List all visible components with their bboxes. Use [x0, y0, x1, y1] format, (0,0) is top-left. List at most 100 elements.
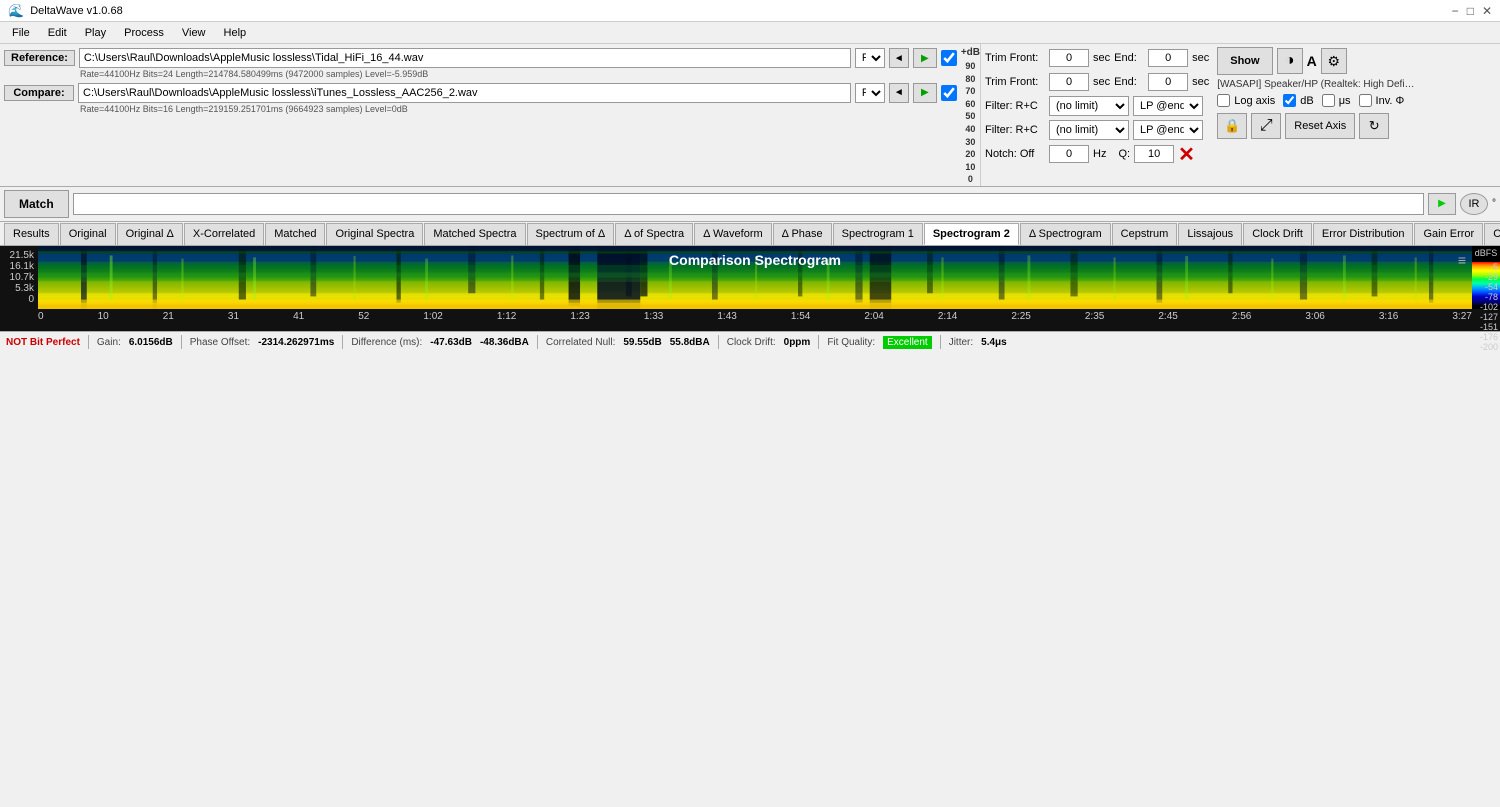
status-bar: NOT Bit Perfect Gain: 6.0156dB Phase Off… [0, 331, 1500, 353]
notch-hz-label: Hz [1093, 148, 1106, 160]
compare-path-input[interactable] [78, 83, 851, 103]
tab-xcorrelated[interactable]: X-Correlated [184, 223, 264, 245]
trim-front-unit1: sec [1093, 52, 1110, 64]
tab-delta-phase[interactable]: Δ Phase [773, 223, 832, 245]
show-button[interactable]: Show [1217, 47, 1272, 75]
filter-select2[interactable]: (no limit) [1049, 120, 1129, 140]
match-button[interactable]: Match [4, 190, 69, 218]
divider-2 [181, 335, 182, 349]
log-axis-checkbox-row: Log axis [1217, 94, 1275, 107]
compare-play-button[interactable]: ▶ [913, 83, 937, 103]
db-10: 10 [965, 161, 975, 174]
menu-file[interactable]: File [4, 25, 38, 41]
log-axis-label: Log axis [1234, 95, 1275, 107]
clock-drift-label: Clock Drift: [727, 337, 776, 348]
move-button[interactable]: ⤢ [1251, 113, 1281, 139]
reset-axis-button[interactable]: Reset Axis [1285, 113, 1355, 139]
end-label1: End: [1114, 52, 1144, 64]
reference-channel-select[interactable]: RLL+R [855, 48, 885, 68]
reference-play-button[interactable]: ▶ [913, 48, 937, 68]
end-input2[interactable] [1148, 73, 1188, 91]
x-label-6: 1:02 [423, 311, 442, 322]
tab-error-dist[interactable]: Error Distribution [1313, 223, 1414, 245]
spectrogram-canvas[interactable]: Comparison Spectrogram [38, 246, 1472, 309]
corr-null-value2: 55.8dBA [670, 337, 710, 348]
lp-select2[interactable]: LP @end [1133, 120, 1203, 140]
diff-ms-label: Difference (ms): [351, 337, 422, 348]
reference-checkbox[interactable] [941, 50, 957, 66]
x-axis: 0 10 21 31 41 52 1:02 1:12 1:23 1:33 1:4… [0, 309, 1500, 331]
refresh-button[interactable]: ↻ [1359, 113, 1389, 139]
tab-delta-spectra[interactable]: Δ of Spectra [615, 223, 693, 245]
menu-process[interactable]: Process [116, 25, 172, 41]
tab-delta-spectrogram[interactable]: Δ Spectrogram [1020, 223, 1111, 245]
reference-path-input[interactable] [79, 48, 851, 68]
theme-button[interactable]: ◑ [1277, 48, 1303, 74]
log-axis-checkbox[interactable] [1217, 94, 1230, 107]
minimize-button[interactable]: − [1452, 4, 1459, 18]
title-bar-controls: − □ ✕ [1452, 4, 1492, 18]
filter-label2: Filter: R+C [985, 124, 1045, 136]
db-90: 90 [965, 60, 975, 73]
tab-delta-waveform[interactable]: Δ Waveform [694, 223, 772, 245]
tab-original[interactable]: Original [60, 223, 116, 245]
notch-q-input[interactable] [1134, 145, 1174, 163]
compare-checkbox[interactable] [941, 85, 957, 101]
menu-play[interactable]: Play [77, 25, 114, 41]
ir-deg: ° [1492, 198, 1496, 209]
x-label-7: 1:12 [497, 311, 516, 322]
compare-channel-select[interactable]: RLL+R [855, 83, 885, 103]
tab-lissajous[interactable]: Lissajous [1178, 223, 1242, 245]
notch-q-label: Q: [1118, 148, 1130, 160]
tab-spectrogram1[interactable]: Spectrogram 1 [833, 223, 923, 245]
notch-clear-icon[interactable]: ✕ [1178, 142, 1195, 167]
tab-results[interactable]: Results [4, 223, 59, 245]
tab-spectrogram2[interactable]: Spectrogram 2 [924, 223, 1019, 245]
x-label-0: 0 [38, 311, 44, 322]
x-label-20: 3:27 [1452, 311, 1471, 322]
tab-clock-drift[interactable]: Clock Drift [1243, 223, 1312, 245]
reference-row: Reference: RLL+R ◄ ▶ [4, 47, 957, 69]
notch-value-input[interactable] [1049, 145, 1089, 163]
compare-row: Compare: RLL+R ◄ ▶ [4, 82, 957, 104]
db-60: 60 [965, 98, 975, 111]
close-button[interactable]: ✕ [1482, 4, 1492, 18]
tab-original-delta[interactable]: Original Δ [117, 223, 183, 245]
gear-button[interactable]: ⚙ [1321, 48, 1347, 74]
tab-matched[interactable]: Matched [265, 223, 325, 245]
db-50: 50 [965, 110, 975, 123]
lp-select1[interactable]: LP @end [1133, 96, 1203, 116]
tab-spectrum-delta[interactable]: Spectrum of Δ [527, 223, 615, 245]
tab-gain-error[interactable]: Gain Error [1414, 223, 1483, 245]
end-input1[interactable] [1148, 49, 1188, 67]
menu-view[interactable]: View [174, 25, 214, 41]
maximize-button[interactable]: □ [1467, 4, 1474, 18]
match-play-button[interactable]: ▶ [1428, 193, 1456, 215]
corr-null-label: Correlated Null: [546, 337, 615, 348]
trim-front-input2[interactable] [1049, 73, 1089, 91]
menu-edit[interactable]: Edit [40, 25, 75, 41]
bit-perfect-status: NOT Bit Perfect [6, 337, 80, 348]
tab-cepstrum[interactable]: Cepstrum [1112, 223, 1178, 245]
tab-corr-null[interactable]: Corr Null [1484, 223, 1500, 245]
invphi-checkbox[interactable] [1359, 94, 1372, 107]
divider-7 [940, 335, 941, 349]
reference-arrow-left[interactable]: ◄ [889, 48, 909, 68]
menu-help[interactable]: Help [216, 25, 255, 41]
tab-original-spectra[interactable]: Original Spectra [326, 223, 423, 245]
filter-select1[interactable]: (no limit) [1049, 96, 1129, 116]
tab-matched-spectra[interactable]: Matched Spectra [424, 223, 525, 245]
db-checkbox[interactable] [1283, 94, 1296, 107]
divider-3 [342, 335, 343, 349]
us-checkbox[interactable] [1322, 94, 1335, 107]
divider-1 [88, 335, 89, 349]
trim-front-input1[interactable] [1049, 49, 1089, 67]
spectrogram-settings-icon[interactable]: ≡ [1458, 252, 1466, 268]
left-controls: Reference: RLL+R ◄ ▶ Rate=44100Hz Bits=2… [0, 44, 961, 186]
y-label-16k: 16.1k [10, 261, 34, 272]
lock-button[interactable]: 🔒 [1217, 113, 1247, 139]
compare-arrow-left[interactable]: ◄ [889, 83, 909, 103]
db-70: 70 [965, 85, 975, 98]
trim-front-label2: Trim Front: [985, 76, 1045, 88]
ir-button[interactable]: IR [1460, 193, 1488, 215]
